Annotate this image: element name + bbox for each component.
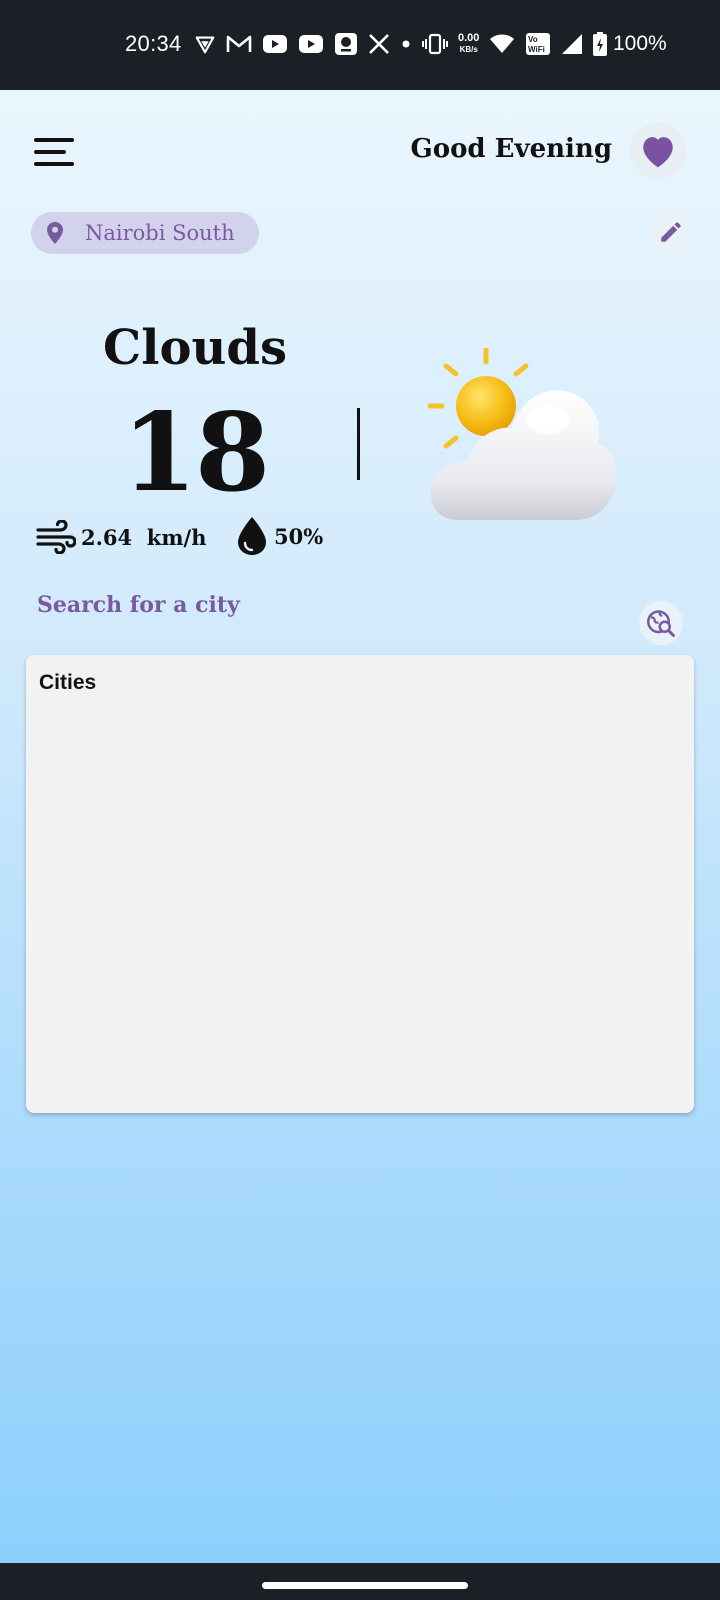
temperature-value: 18 bbox=[121, 390, 270, 516]
water-drop-icon bbox=[238, 517, 266, 555]
app-icon bbox=[335, 33, 357, 55]
vowifi-label-bottom: WiFi bbox=[528, 45, 545, 54]
gmail-icon bbox=[226, 35, 252, 52]
weather-condition: Clouds bbox=[103, 320, 287, 376]
net-speed-unit: KB/s bbox=[459, 45, 478, 54]
greeting-text: Good Evening bbox=[410, 134, 612, 164]
favorites-button[interactable] bbox=[630, 123, 686, 179]
youtube-icon bbox=[299, 35, 323, 53]
hamburger-menu-icon bbox=[34, 162, 74, 166]
signal-icon bbox=[562, 34, 583, 54]
status-bar: 20:34 0.00 KB/s Vo WiFi 100% bbox=[0, 0, 720, 90]
battery-percentage: 100% bbox=[613, 32, 667, 55]
net-speed-value: 0.00 bbox=[458, 32, 480, 44]
hamburger-menu-icon bbox=[34, 150, 66, 154]
vertical-divider bbox=[357, 408, 360, 480]
vowifi-icon: VoWiFi bbox=[526, 33, 551, 55]
location-chip[interactable]: Nairobi South bbox=[31, 212, 259, 254]
wind-info: 2.64 km/h bbox=[36, 520, 206, 554]
travel-explore-icon bbox=[647, 610, 675, 637]
vibrate-icon bbox=[422, 33, 448, 55]
wifi-icon bbox=[490, 34, 515, 53]
vpn-icon bbox=[195, 36, 215, 54]
vowifi-label-top: Vo bbox=[528, 35, 538, 44]
hamburger-menu-icon bbox=[34, 138, 74, 142]
heart-icon bbox=[643, 137, 673, 168]
weather-app: Good Evening Nairobi South Clouds 18 2.6… bbox=[0, 90, 720, 1563]
cities-title: Cities bbox=[39, 671, 97, 694]
edit-location-button[interactable] bbox=[650, 208, 692, 256]
sun-behind-cloud-icon bbox=[427, 347, 618, 532]
menu-button[interactable] bbox=[28, 130, 80, 174]
wind-icon bbox=[36, 520, 76, 554]
pencil-icon bbox=[661, 222, 681, 242]
battery-icon bbox=[593, 32, 608, 56]
humidity-info: 50% bbox=[236, 516, 323, 556]
location-label: Nairobi South bbox=[85, 221, 235, 245]
location-pin-icon bbox=[47, 222, 63, 244]
humidity-value: 50% bbox=[274, 523, 324, 549]
status-time: 20:34 bbox=[125, 31, 182, 56]
search-city-label[interactable]: Search for a city bbox=[37, 592, 240, 618]
youtube-icon bbox=[263, 35, 287, 53]
cities-card: Cities bbox=[26, 655, 694, 1113]
net-speed: 0.00 KB/s bbox=[458, 33, 479, 55]
dot-icon bbox=[402, 40, 410, 48]
wind-speed: 2.64 km/h bbox=[81, 524, 207, 550]
x-icon bbox=[369, 34, 389, 54]
search-city-button[interactable] bbox=[639, 601, 683, 645]
status-icons: 0.00 KB/s Vo WiFi bbox=[194, 28, 608, 60]
home-indicator[interactable] bbox=[262, 1582, 468, 1589]
